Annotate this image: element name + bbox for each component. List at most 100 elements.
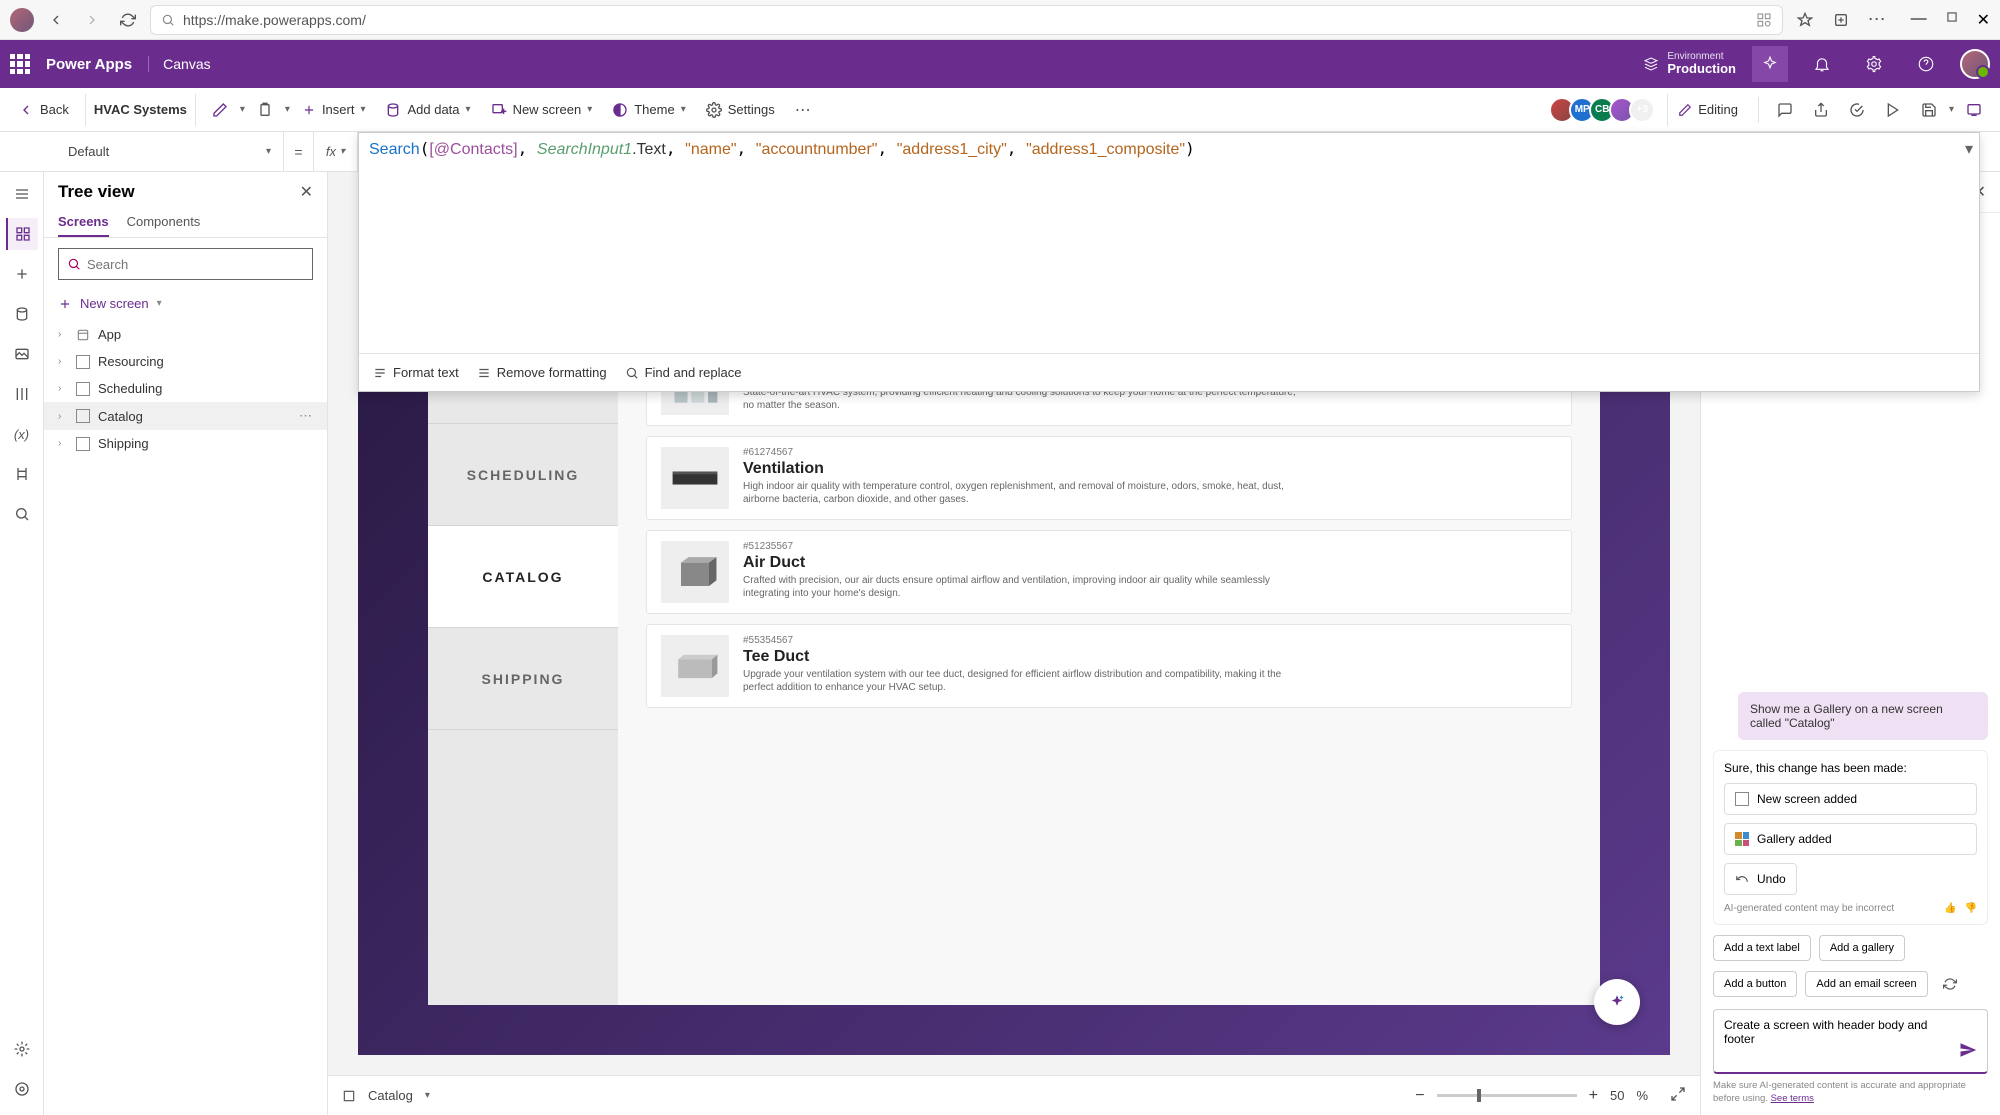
format-text-button[interactable]: Format text xyxy=(373,365,459,380)
copilot-textarea[interactable]: Create a screen with header body and foo… xyxy=(1724,1018,1959,1064)
app-launcher-icon[interactable] xyxy=(1756,12,1772,28)
catalog-card[interactable]: #51235567Air DuctCrafted with precision,… xyxy=(646,530,1572,614)
tree-item-shipping[interactable]: ›Shipping xyxy=(44,430,327,457)
product-brand[interactable]: Power Apps xyxy=(46,56,132,73)
fx-button[interactable]: fx▾ xyxy=(314,132,358,171)
tree-item-scheduling[interactable]: ›Scheduling xyxy=(44,375,327,402)
theme-button[interactable]: Theme▾ xyxy=(604,94,694,126)
fit-screen-icon[interactable] xyxy=(1670,1086,1686,1105)
chevron-down-icon[interactable]: ▾ xyxy=(1949,104,1954,115)
copilot-input[interactable]: Create a screen with header body and foo… xyxy=(1713,1009,1988,1074)
window-maximize-icon[interactable] xyxy=(1945,10,1959,30)
browser-back-icon[interactable] xyxy=(42,6,70,34)
window-close-icon[interactable]: ✕ xyxy=(1977,10,1990,30)
copilot-send-icon[interactable] xyxy=(1959,1041,1977,1064)
rail-insert-icon[interactable] xyxy=(6,258,38,290)
stage-nav-shipping[interactable]: SHIPPING xyxy=(428,628,618,730)
tree-new-screen-button[interactable]: New screen▾ xyxy=(44,290,327,317)
cmd-more-icon[interactable]: ⋯ xyxy=(787,94,819,126)
zoom-slider[interactable] xyxy=(1437,1094,1577,1097)
copilot-suggestion[interactable]: Add a button xyxy=(1713,971,1797,997)
user-avatar[interactable] xyxy=(1960,49,1990,79)
help-icon[interactable] xyxy=(1908,46,1944,82)
catalog-card[interactable]: #55354567Tee DuctUpgrade your ventilatio… xyxy=(646,624,1572,708)
publish-icon[interactable] xyxy=(1958,94,1990,126)
find-replace-button[interactable]: Find and replace xyxy=(625,365,742,380)
tree-close-icon[interactable]: ✕ xyxy=(300,182,313,202)
zoom-in-icon[interactable]: + xyxy=(1589,1087,1598,1105)
copilot-suggestion[interactable]: Add a text label xyxy=(1713,935,1811,961)
favorites-icon[interactable] xyxy=(1791,6,1819,34)
share-icon[interactable] xyxy=(1805,94,1837,126)
collections-icon[interactable] xyxy=(1827,6,1855,34)
browser-refresh-icon[interactable] xyxy=(114,6,142,34)
catalog-card[interactable]: #61274567VentilationHigh indoor air qual… xyxy=(646,436,1572,520)
comments-icon[interactable] xyxy=(1769,94,1801,126)
rail-settings-icon[interactable] xyxy=(6,1033,38,1065)
formula-text[interactable]: Search([@Contacts], SearchInput1.Text, "… xyxy=(359,133,1979,353)
rail-ask-icon[interactable] xyxy=(6,1073,38,1105)
app-launcher-waffle[interactable] xyxy=(10,54,30,74)
rail-variables-icon[interactable]: (x) xyxy=(6,418,38,450)
chevron-down-icon[interactable]: ▾ xyxy=(285,104,290,115)
copilot-chip-gallery[interactable]: Gallery added xyxy=(1724,823,1977,855)
copilot-chip-new-screen[interactable]: New screen added xyxy=(1724,783,1977,815)
rail-advanced-icon[interactable] xyxy=(6,458,38,490)
browser-profile-avatar[interactable] xyxy=(10,8,34,32)
tree-item-resourcing[interactable]: ›Resourcing xyxy=(44,348,327,375)
tree-search-input[interactable] xyxy=(58,248,313,280)
thumbs-up-icon[interactable]: 👍 xyxy=(1944,903,1956,914)
notifications-icon[interactable] xyxy=(1804,46,1840,82)
back-button[interactable]: Back xyxy=(10,94,77,126)
settings-button[interactable]: Settings xyxy=(698,94,783,126)
copilot-fab-button[interactable] xyxy=(1594,979,1640,1025)
stage-nav-scheduling[interactable]: SCHEDULING xyxy=(428,424,618,526)
new-screen-button[interactable]: New screen▾ xyxy=(483,94,601,126)
rail-search-icon[interactable] xyxy=(6,498,38,530)
rail-tree-view-icon[interactable] xyxy=(6,218,38,250)
paste-icon[interactable] xyxy=(249,94,281,126)
footer-screen-name[interactable]: Catalog xyxy=(368,1088,413,1103)
thumbs-down-icon[interactable]: 👎 xyxy=(1965,903,1977,914)
canvas-stage[interactable]: RESOURCING SCHEDULING CATALOG SHIPPING #… xyxy=(358,322,1670,1055)
edit-pencil-icon[interactable] xyxy=(204,94,236,126)
zoom-out-icon[interactable]: − xyxy=(1415,1087,1424,1105)
tab-screens[interactable]: Screens xyxy=(58,208,109,237)
insert-button[interactable]: Insert▾ xyxy=(294,94,374,126)
chevron-down-icon[interactable]: ▾ xyxy=(425,1090,430,1101)
browser-forward-icon[interactable] xyxy=(78,6,106,34)
address-bar[interactable]: https://make.powerapps.com/ xyxy=(150,5,1783,35)
stage-nav-catalog[interactable]: CATALOG xyxy=(428,526,618,628)
copilot-suggestion[interactable]: Add a gallery xyxy=(1819,935,1905,961)
formula-bar-expanded[interactable]: Search([@Contacts], SearchInput1.Text, "… xyxy=(358,132,1980,392)
add-data-button[interactable]: Add data▾ xyxy=(377,94,478,126)
rail-hamburger-icon[interactable] xyxy=(6,178,38,210)
save-icon[interactable] xyxy=(1913,94,1945,126)
copilot-toggle-icon[interactable] xyxy=(1752,46,1788,82)
rail-flows-icon[interactable] xyxy=(6,378,38,410)
browser-more-icon[interactable]: ⋯ xyxy=(1863,6,1891,34)
environment-picker[interactable]: EnvironmentProduction xyxy=(1643,51,1736,76)
copilot-terms-link[interactable]: See terms xyxy=(1771,1093,1814,1104)
settings-gear-icon[interactable] xyxy=(1856,46,1892,82)
tree-item-more-icon[interactable]: ⋯ xyxy=(299,408,313,424)
property-selector[interactable]: Default▾ xyxy=(56,132,284,171)
app-type-label[interactable]: Canvas xyxy=(148,56,210,72)
tree-item-catalog[interactable]: ›Catalog⋯ xyxy=(44,402,327,430)
window-minimize-icon[interactable]: — xyxy=(1911,10,1927,30)
tab-components[interactable]: Components xyxy=(127,208,201,237)
checker-icon[interactable] xyxy=(1841,94,1873,126)
collapse-formula-icon[interactable]: ▾ xyxy=(1965,139,1973,159)
preview-play-icon[interactable] xyxy=(1877,94,1909,126)
tree-item-app[interactable]: ›App xyxy=(44,321,327,348)
rail-data-icon[interactable] xyxy=(6,298,38,330)
collaborator-avatars[interactable]: MPCB+3 xyxy=(1555,97,1655,123)
rail-media-icon[interactable] xyxy=(6,338,38,370)
copilot-undo-button[interactable]: Undo xyxy=(1724,863,1797,895)
remove-formatting-button[interactable]: Remove formatting xyxy=(477,365,607,380)
chevron-down-icon[interactable]: ▾ xyxy=(240,104,245,115)
tree-search-field[interactable] xyxy=(87,257,304,272)
copilot-refresh-icon[interactable] xyxy=(1936,971,1964,997)
copilot-suggestion[interactable]: Add an email screen xyxy=(1805,971,1927,997)
editing-mode[interactable]: Editing xyxy=(1667,94,1748,126)
